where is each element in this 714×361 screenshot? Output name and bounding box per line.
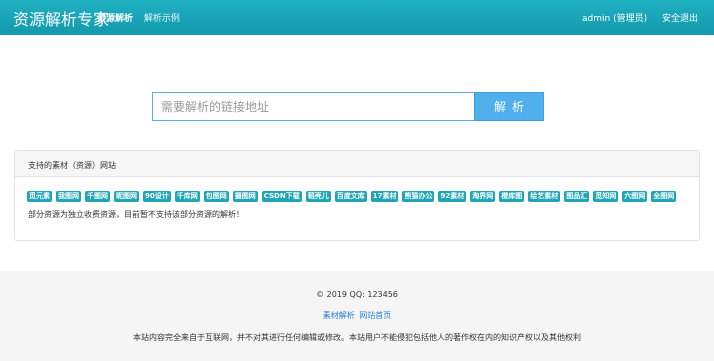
site-badge: 千图网 [85,191,110,202]
site-badge: 17素材 [370,191,399,202]
nav-link-examples[interactable]: 解析示例 [144,14,180,24]
site-badge: 92素材 [438,191,467,202]
user-menu[interactable]: admin (管理员) [582,14,647,24]
url-input[interactable] [152,92,474,121]
site-badge-list: 觅元素 我图网 千图网 昵图网 90设计 千库网 包图网 摄图网 CSDN下载 稻壳儿 百度文库 17… [27,191,697,203]
footer-link-material-parse[interactable]: 素材解析 [323,311,355,320]
site-badge: 摄图网 [232,191,258,202]
footer: © 2019 QQ: 123456 素材解析 网站首页 本站内容完全来自于互联网… [0,271,714,361]
disclaimer-text: 本站内容完全来自于互联网，并不对其进行任何编辑或修改。本站用户不能侵犯包括他人的… [133,333,581,342]
site-badge: 百度文库 [334,191,367,202]
paid-resource-note: 部分资源为独立收费资源，目前暂不支持该部分资源的解析！ [28,210,244,219]
nav-links: 资源解析 解析示例 [97,11,188,24]
parse-button[interactable]: 解析 [474,92,544,121]
site-badge: 熊猫办公 [402,191,435,202]
site-badge: 淘界网 [470,191,496,202]
site-badge: 觅知网 [593,191,619,202]
search-bar: 解析 [152,92,544,121]
nav-user-area: admin (管理员) 安全退出 [570,11,698,24]
site-brand[interactable]: 资源解析专家 [13,6,109,30]
footer-links: 素材解析 网站首页 [0,310,714,321]
site-badge: 橙库图 [499,191,525,202]
top-navbar: 资源解析专家 资源解析 解析示例 admin (管理员) 安全退出 [0,0,714,35]
supported-sites-panel: 支持的素材（资源）网站 觅元素 我图网 千图网 昵图网 90设计 千库网 包图网 摄图网 CSD… [14,150,700,241]
nav-link-parse[interactable]: 资源解析 [97,14,133,24]
site-badge: 千库网 [174,191,200,202]
site-badge: 昵图网 [114,191,139,202]
site-badge: 包图网 [203,191,229,202]
copyright-text: © 2019 QQ: 123456 [316,290,398,299]
site-badge: 觅元素 [27,191,52,202]
panel-title: 支持的素材（资源）网站 [15,151,699,177]
site-badge: 全图网 [651,191,677,202]
site-badge: 我图网 [56,191,81,202]
site-badge: 90设计 [143,191,171,202]
logout-link[interactable]: 安全退出 [662,14,698,24]
footer-link-home[interactable]: 网站首页 [359,311,391,320]
site-badge: 六图网 [622,191,648,202]
site-badge: 稻壳儿 [305,191,331,202]
site-badge: CSDN下载 [261,191,302,202]
site-badge: 绘艺素材 [528,191,561,202]
site-badge: 图品汇 [564,191,590,202]
